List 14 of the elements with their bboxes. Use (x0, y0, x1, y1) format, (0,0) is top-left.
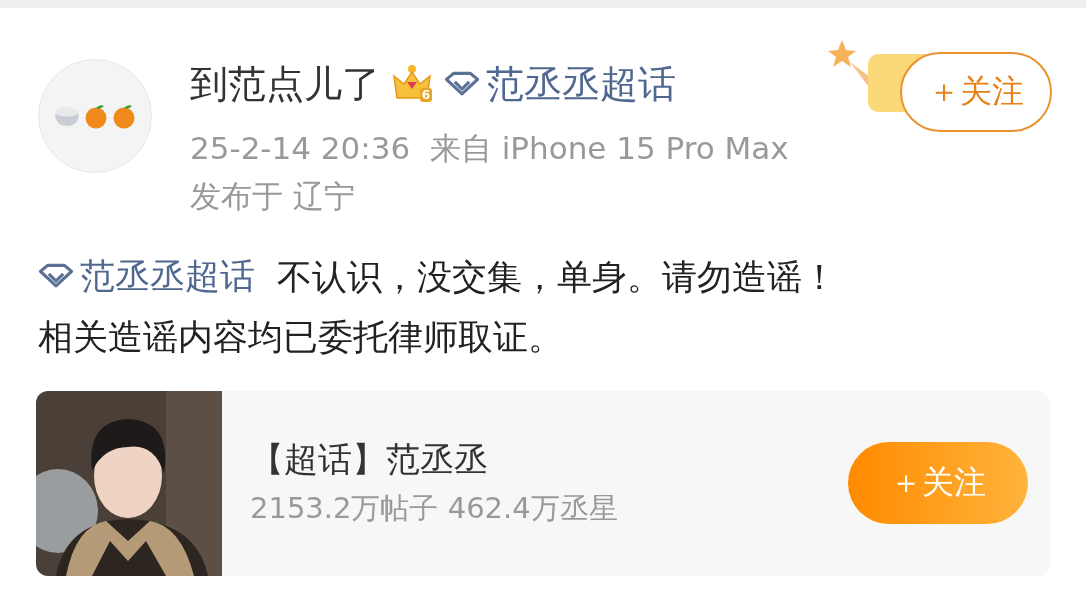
topic-link[interactable]: 范丞丞超话 (444, 58, 676, 110)
post-location: 发布于 辽宁 (190, 177, 356, 216)
topic-stats: 2153.2万帖子 462.4万丞星 (250, 490, 619, 528)
tangerine-icon (112, 103, 136, 129)
user-name[interactable]: 到范点儿了 (190, 58, 380, 110)
diamond-icon (38, 263, 74, 289)
rice-bowl-icon (54, 105, 80, 127)
topic-title[interactable]: 【超话】范丞丞 (250, 437, 848, 484)
tangerine-icon (84, 103, 108, 129)
post-time-source: 25-2-14 20:36 来自 iPhone 15 Pro Max (190, 129, 790, 168)
topic-card[interactable]: 【超话】范丞丞 2153.2万帖子 462.4万丞星 ＋关注 (36, 390, 1050, 576)
post-text: 范丞丞超话 不认识，没交集，单身。请勿造谣！ 相关造谣内容均已委托律师取证。 (38, 246, 1050, 367)
topic-link[interactable]: 范丞丞超话 (38, 246, 255, 306)
diamond-icon (444, 71, 480, 97)
